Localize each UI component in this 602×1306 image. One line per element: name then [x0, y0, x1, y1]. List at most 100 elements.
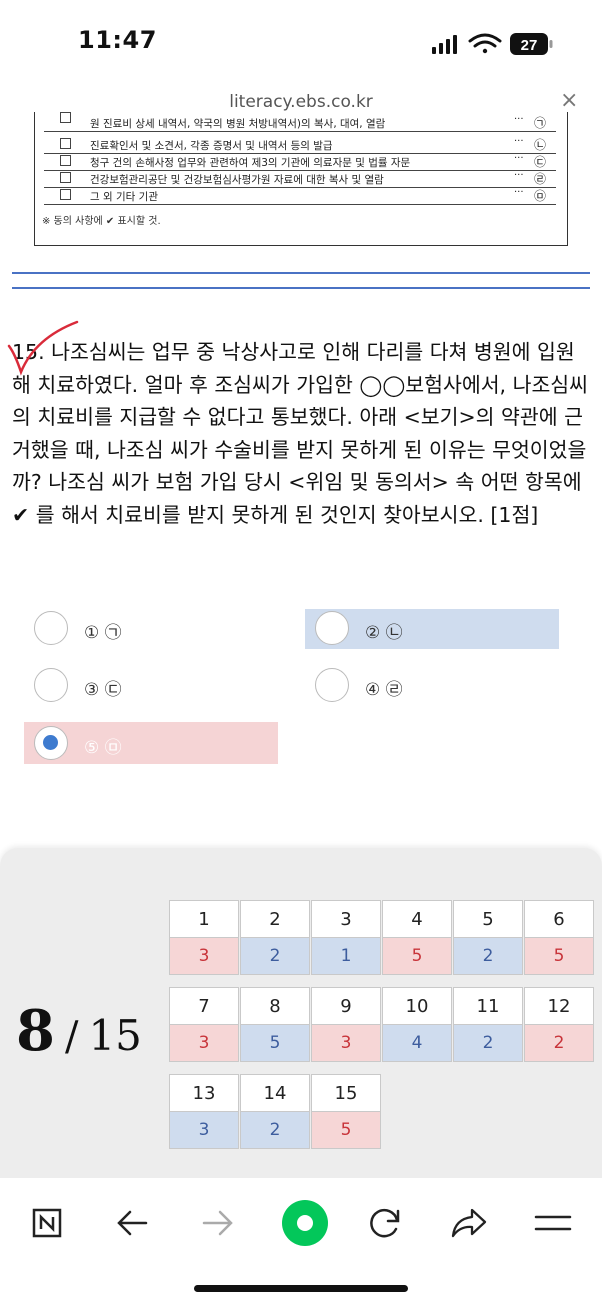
radio-button[interactable]	[315, 611, 349, 645]
answer-cell[interactable]: 13 3	[169, 1074, 239, 1149]
option-label: ③ ㉢	[84, 680, 122, 700]
close-icon[interactable]: ×	[560, 88, 578, 113]
consent-row-5: 그 외 기타 기관 ··· ㉤	[44, 187, 556, 205]
consent-row-text: 진료확인서 및 소견서, 각종 증명서 및 내역서 등의 발급	[90, 140, 333, 152]
consent-row-1: 원 진료비 상세 내역서, 약국의 병원 처방내역서)의 복사, 대여, 열람 …	[44, 112, 556, 132]
consent-row-text: 청구 건의 손해사정 업무와 관련하여 제3의 기관에 의료자문 및 법률 자문	[90, 157, 411, 169]
answer-value: 2	[241, 938, 309, 974]
answer-number: 15	[312, 1075, 380, 1112]
answer-number: 13	[170, 1075, 238, 1112]
answer-value: 2	[454, 1025, 522, 1061]
answer-value: 5	[383, 938, 451, 974]
answer-value: 2	[454, 938, 522, 974]
answer-value: 5	[312, 1112, 380, 1148]
leader-dots: ···	[514, 187, 524, 198]
back-arrow-icon[interactable]	[106, 1196, 160, 1250]
consent-row-text: 그 외 기타 기관	[90, 191, 158, 203]
divider	[12, 272, 590, 274]
option-label: ⑤ ㉤	[84, 738, 122, 758]
consent-row-mark: ㉠	[534, 116, 547, 130]
consent-row-mark: ㉡	[534, 138, 547, 152]
answer-value: 3	[170, 938, 238, 974]
radio-button-selected[interactable]	[34, 726, 68, 760]
checkbox-icon	[60, 138, 71, 149]
wifi-icon	[468, 33, 502, 54]
answer-cell[interactable]: 45	[382, 900, 452, 975]
answer-cell[interactable]: 11 2	[453, 987, 523, 1062]
answer-cell[interactable]: 12 2	[524, 987, 594, 1062]
answer-cell[interactable]: 13	[169, 900, 239, 975]
consent-note: ※ 동의 사항에 ✔ 표시할 것.	[42, 216, 161, 227]
leader-dots: ···	[514, 153, 524, 164]
status-time: 11:47	[78, 26, 157, 54]
option-5[interactable]: ⑤ ㉤	[24, 722, 278, 764]
signal-icon	[432, 35, 457, 54]
answer-cell[interactable]: 85	[240, 987, 310, 1062]
answer-number: 3	[312, 901, 380, 938]
home-indicator	[194, 1285, 408, 1292]
consent-row-3: 청구 건의 손해사정 업무와 관련하여 제3의 기관에 의료자문 및 법률 자문…	[44, 153, 556, 171]
answer-cell[interactable]: 52	[453, 900, 523, 975]
consent-row-text: 건강보험관리공단 및 건강보험심사평가원 자료에 대한 복사 및 열람	[90, 174, 384, 186]
answer-value: 1	[312, 938, 380, 974]
answer-number: 12	[525, 988, 593, 1025]
divider	[12, 287, 590, 289]
answer-number: 7	[170, 988, 238, 1025]
checkbox-icon	[60, 112, 71, 123]
answer-number: 9	[312, 988, 380, 1025]
option-3[interactable]: ③ ㉢	[24, 666, 284, 706]
consent-row-mark: ㉢	[534, 155, 547, 169]
answer-value: 2	[241, 1112, 309, 1148]
green-dot-icon[interactable]	[274, 1192, 336, 1254]
status-icons: 27	[432, 33, 553, 55]
leader-dots: ···	[514, 170, 524, 181]
answer-number: 14	[241, 1075, 309, 1112]
option-label: ④ ㉣	[365, 680, 403, 700]
answer-number: 4	[383, 901, 451, 938]
radio-button[interactable]	[34, 668, 68, 702]
red-check-mark-icon	[7, 320, 79, 376]
answer-value: 5	[241, 1025, 309, 1061]
battery-icon: 27	[510, 33, 553, 55]
page-total: 15	[88, 1011, 142, 1060]
answer-number: 8	[241, 988, 309, 1025]
answer-cell[interactable]: 15 5	[311, 1074, 381, 1149]
page-current: 8	[16, 998, 55, 1064]
page-counter: 8/15	[16, 998, 142, 1064]
option-2[interactable]: ② ㉡	[305, 609, 559, 649]
answer-number: 1	[170, 901, 238, 938]
answer-number: 6	[525, 901, 593, 938]
consent-row-text: 원 진료비 상세 내역서, 약국의 병원 처방내역서)의 복사, 대여, 열람	[90, 118, 386, 130]
leader-dots: ···	[514, 114, 524, 125]
answer-number: 2	[241, 901, 309, 938]
answer-value: 3	[170, 1025, 238, 1061]
answer-cell[interactable]: 14 2	[240, 1074, 310, 1149]
forward-arrow-icon[interactable]	[190, 1196, 244, 1250]
consent-form-table: 원 진료비 상세 내역서, 약국의 병원 처방내역서)의 복사, 대여, 열람 …	[44, 112, 556, 205]
answer-value: 3	[170, 1112, 238, 1148]
answer-cell[interactable]: 65	[524, 900, 594, 975]
share-icon[interactable]	[442, 1196, 496, 1250]
consent-row-mark: ㉤	[534, 189, 547, 203]
answer-cell[interactable]: 22	[240, 900, 310, 975]
naver-logo-icon[interactable]	[20, 1196, 74, 1250]
answer-cell[interactable]: 73	[169, 987, 239, 1062]
menu-icon[interactable]	[526, 1196, 580, 1250]
radio-button[interactable]	[34, 611, 68, 645]
checkbox-icon	[60, 189, 71, 200]
answer-cell[interactable]: 31	[311, 900, 381, 975]
checkbox-icon	[60, 155, 71, 166]
option-1[interactable]: ① ㉠	[24, 609, 284, 649]
consent-row-mark: ㉣	[534, 172, 547, 186]
answer-value: 4	[383, 1025, 451, 1061]
option-label: ② ㉡	[365, 623, 403, 643]
answer-value: 5	[525, 938, 593, 974]
refresh-icon[interactable]	[358, 1196, 412, 1250]
option-4[interactable]: ④ ㉣	[305, 666, 565, 706]
url-bar[interactable]: literacy.ebs.co.kr	[0, 92, 602, 112]
radio-button[interactable]	[315, 668, 349, 702]
answer-cell[interactable]: 10 4	[382, 987, 452, 1062]
consent-row-2: 진료확인서 및 소견서, 각종 증명서 및 내역서 등의 발급 ··· ㉡	[44, 136, 556, 154]
checkbox-icon	[60, 172, 71, 183]
answer-cell[interactable]: 93	[311, 987, 381, 1062]
